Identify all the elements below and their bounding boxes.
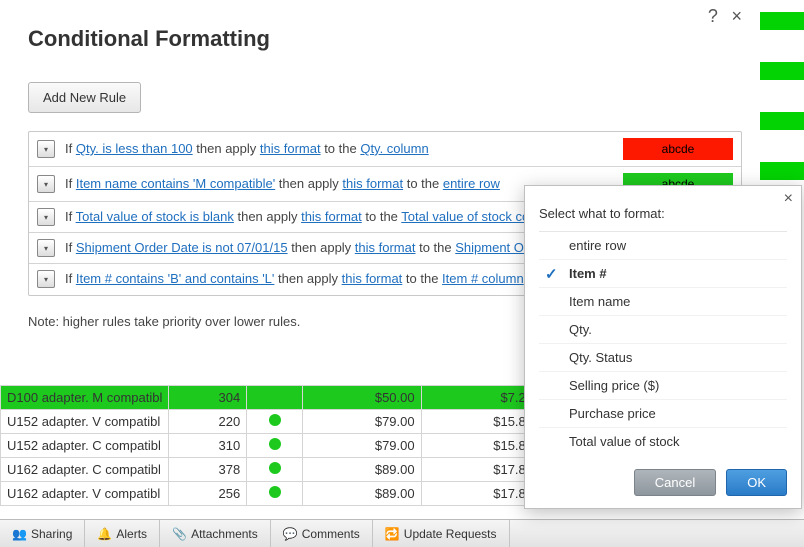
table-row: U152 adapter. C compatibl310$79.00$15.80 (1, 434, 540, 458)
tab-attachments[interactable]: 📎Attachments (160, 520, 271, 547)
bell-icon: 🔔 (97, 527, 111, 541)
status-dot-icon (269, 462, 281, 474)
condition-link[interactable]: Item # contains 'B' and contains 'L' (76, 271, 275, 286)
format-link[interactable]: this format (301, 209, 362, 224)
table-row: U152 adapter. V compatibl220$79.00$15.80 (1, 410, 540, 434)
condition-link[interactable]: Item name contains 'M compatible' (76, 176, 275, 191)
format-swatch: abcde (623, 138, 733, 160)
format-options-list: entire row Item # Item name Qty. Qty. St… (539, 231, 787, 455)
tab-update-requests[interactable]: 🔁Update Requests (373, 520, 510, 547)
option-total-value[interactable]: Total value of stock (539, 428, 787, 455)
paperclip-icon: 📎 (172, 527, 186, 541)
comment-icon: 💬 (283, 527, 297, 541)
tab-sharing[interactable]: 👥Sharing (0, 520, 85, 547)
table-row: D100 adapter. M compatibl304$50.00$7.20 (1, 386, 540, 410)
close-icon[interactable]: × (784, 190, 793, 208)
status-dot-icon (269, 414, 281, 426)
condition-link[interactable]: Qty. is less than 100 (76, 141, 193, 156)
tab-alerts[interactable]: 🔔Alerts (85, 520, 160, 547)
table-row: U162 adapter. V compatibl256$89.00$17.80 (1, 482, 540, 506)
add-new-rule-button[interactable]: Add New Rule (28, 82, 141, 113)
people-icon: 👥 (12, 527, 26, 541)
target-link[interactable]: entire row (443, 176, 500, 191)
close-icon[interactable]: × (731, 6, 742, 26)
popup-title: Select what to format: (539, 206, 787, 221)
format-link[interactable]: this format (342, 176, 403, 191)
option-item-name[interactable]: Item name (539, 288, 787, 316)
format-link[interactable]: this format (355, 240, 416, 255)
status-dot-icon (269, 390, 281, 402)
option-qty[interactable]: Qty. (539, 316, 787, 344)
target-link[interactable]: Item # column (442, 271, 524, 286)
condition-link[interactable]: Total value of stock is blank (76, 209, 234, 224)
option-entire-row[interactable]: entire row (539, 232, 787, 260)
drag-handle-icon[interactable]: ▾ (37, 140, 55, 158)
option-purchase-price[interactable]: Purchase price (539, 400, 787, 428)
format-target-popup: × Select what to format: entire row Item… (524, 185, 802, 509)
cancel-button[interactable]: Cancel (634, 469, 716, 496)
option-selling-price[interactable]: Selling price ($) (539, 372, 787, 400)
dialog-title: Conditional Formatting (28, 26, 742, 52)
tab-comments[interactable]: 💬Comments (271, 520, 373, 547)
drag-handle-icon[interactable]: ▾ (37, 208, 55, 226)
drag-handle-icon[interactable]: ▾ (37, 239, 55, 257)
drag-handle-icon[interactable]: ▾ (37, 175, 55, 193)
ok-button[interactable]: OK (726, 469, 787, 496)
option-qty-status[interactable]: Qty. Status (539, 344, 787, 372)
condition-link[interactable]: Shipment Order Date is not 07/01/15 (76, 240, 288, 255)
footer-tabs: 👥Sharing 🔔Alerts 📎Attachments 💬Comments … (0, 519, 804, 547)
option-item-number[interactable]: Item # (539, 260, 787, 288)
help-icon[interactable]: ? (708, 6, 718, 26)
rule-row[interactable]: ▾ If Qty. is less than 100 then apply th… (29, 132, 741, 167)
format-link[interactable]: this format (342, 271, 403, 286)
status-dot-icon (269, 486, 281, 498)
format-link[interactable]: this format (260, 141, 321, 156)
table-row: U162 adapter. C compatibl378$89.00$17.80 (1, 458, 540, 482)
status-dot-icon (269, 438, 281, 450)
target-link[interactable]: Qty. column (360, 141, 428, 156)
background-highlight-bars (760, 0, 804, 212)
refresh-icon: 🔁 (385, 527, 399, 541)
drag-handle-icon[interactable]: ▾ (37, 270, 55, 288)
